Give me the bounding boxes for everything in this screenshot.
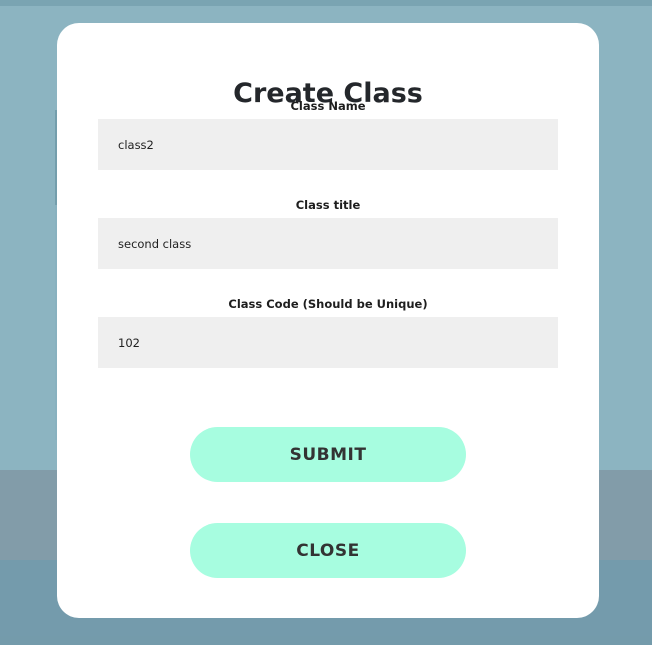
create-class-modal: Create Class Class Name Class title Clas… (57, 23, 599, 618)
class-code-label: Class Code (Should be Unique) (228, 297, 428, 311)
class-name-label: Class Name (290, 99, 366, 113)
submit-button[interactable]: SUBMIT (190, 427, 466, 482)
class-title-input[interactable] (98, 218, 558, 269)
close-button[interactable]: CLOSE (190, 523, 466, 578)
class-name-input[interactable] (98, 119, 558, 170)
class-code-input[interactable] (98, 317, 558, 368)
class-title-label: Class title (295, 198, 361, 212)
